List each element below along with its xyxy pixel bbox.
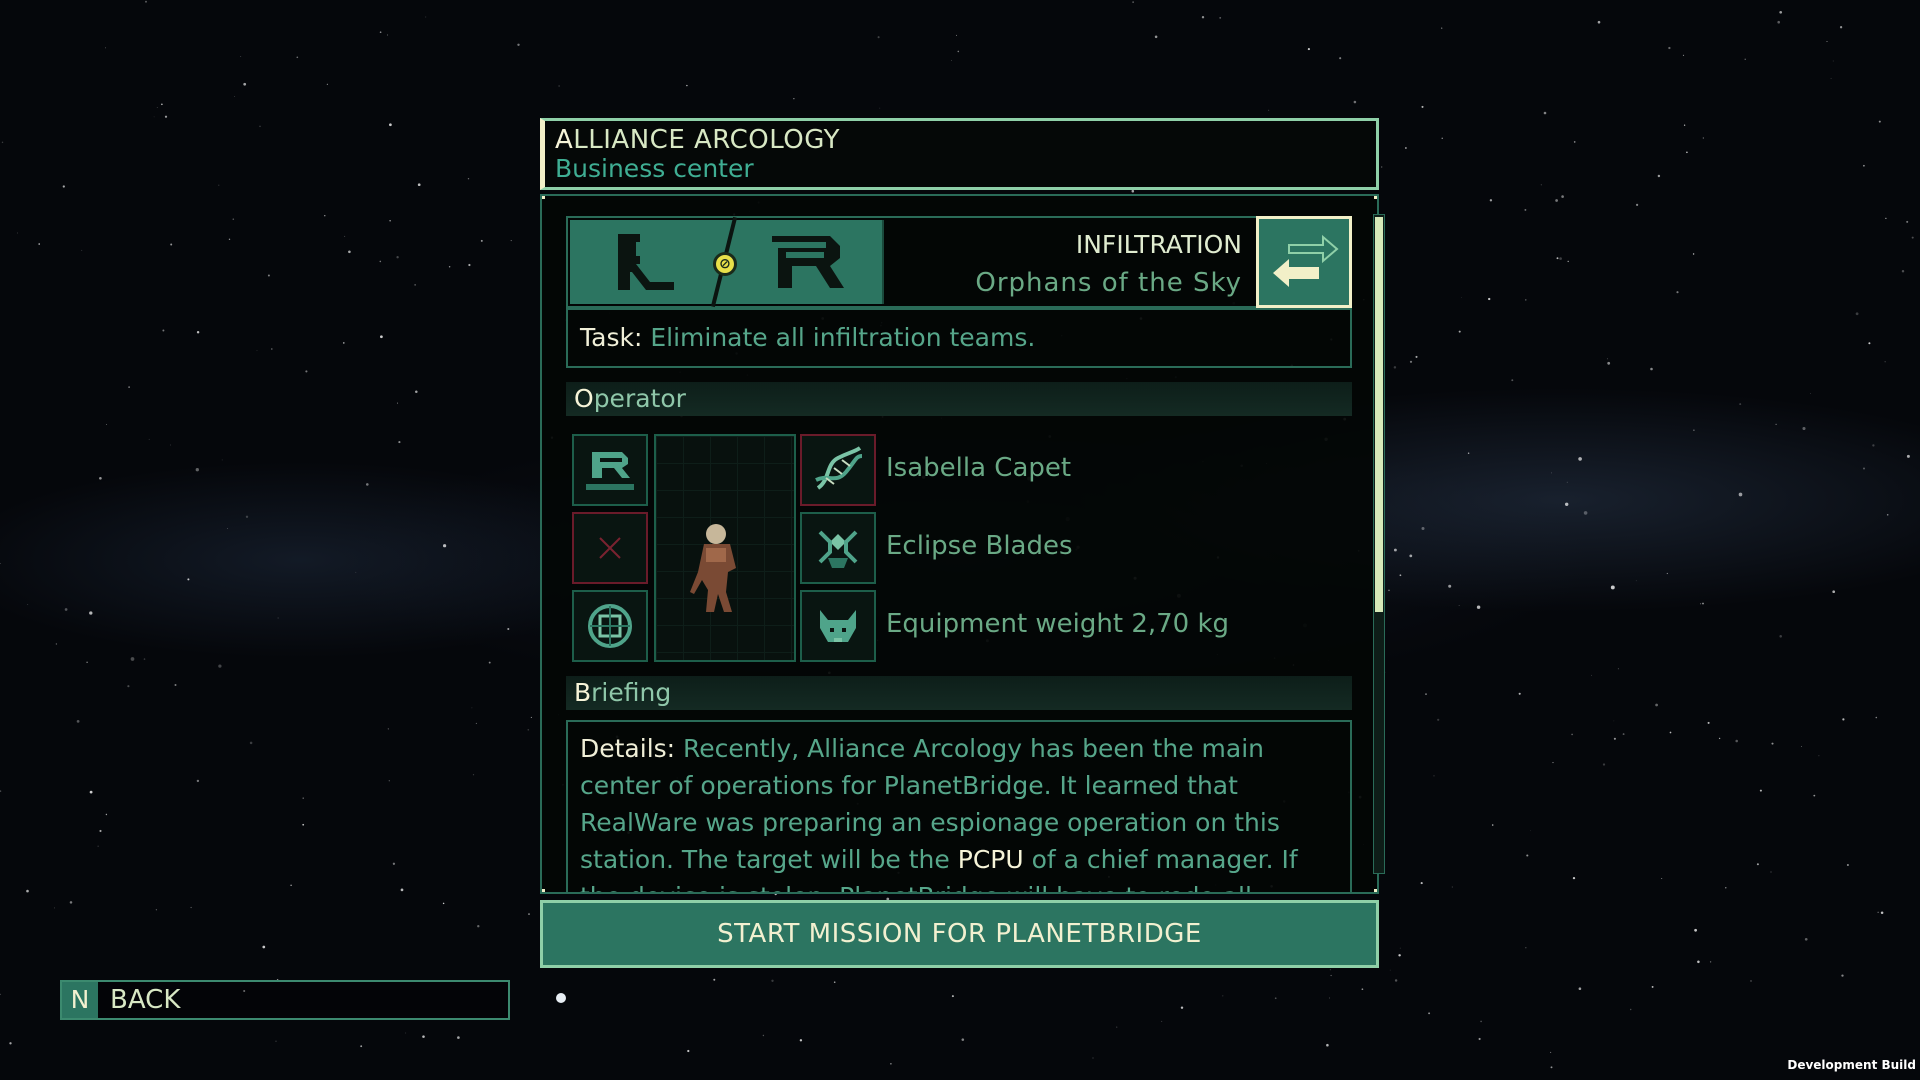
- operator-name: Isabella Capet: [886, 453, 1072, 483]
- location-subtitle: Business center: [555, 154, 754, 183]
- operator-weapon: Eclipse Blades: [886, 531, 1073, 561]
- chip-module-slot[interactable]: [572, 590, 648, 662]
- task-description: Eliminate all infiltration teams.: [650, 323, 1036, 352]
- planetbridge-logo-icon: [618, 234, 674, 290]
- armor-slot[interactable]: [800, 590, 876, 662]
- location-title: ALLIANCE ARCOLOGY: [555, 125, 840, 155]
- task-label: Task:: [580, 323, 643, 352]
- briefing-section-header: Briefing: [566, 676, 1352, 710]
- switch-faction-button[interactable]: [1256, 216, 1352, 308]
- beast-head-icon: [820, 610, 856, 642]
- crab-blades-icon: [818, 530, 858, 568]
- equipment-weight: Equipment weight 2,70 kg: [886, 609, 1230, 639]
- genetics-slot[interactable]: [800, 434, 876, 506]
- task-box: Task: Eliminate all infiltration teams.: [566, 308, 1352, 368]
- mission-type: INFILTRATION: [1075, 230, 1242, 259]
- enemy-faction-name: Orphans of the Sky: [975, 268, 1242, 298]
- details-label: Details:: [580, 734, 676, 763]
- chip-module-icon: [588, 604, 632, 648]
- realware-badge-icon: [586, 452, 634, 490]
- operator-section-header: Operator: [566, 382, 1352, 416]
- back-button[interactable]: N BACK: [60, 980, 510, 1020]
- realware-logo-icon: [772, 236, 844, 288]
- pcpu-highlight: PCPU: [957, 845, 1024, 874]
- details-scrollbar[interactable]: [1373, 214, 1385, 874]
- dna-helix-icon: [815, 446, 863, 490]
- back-hotkey: N: [62, 982, 98, 1018]
- faction-row: ⊘ INFILTRATION Orphans of the Sky: [566, 216, 1352, 308]
- location-header: ALLIANCE ARCOLOGY Business center: [540, 118, 1379, 190]
- faction-logos: ⊘: [570, 216, 884, 308]
- weapon-slot[interactable]: [800, 512, 876, 584]
- empty-slot-x-icon: [599, 537, 621, 559]
- start-mission-button[interactable]: START MISSION FOR PLANETBRIDGE: [540, 900, 1379, 968]
- empty-implant-slot[interactable]: [572, 512, 648, 584]
- back-label: BACK: [110, 985, 181, 1015]
- operator-portrait[interactable]: [654, 434, 796, 662]
- realware-badge-slot[interactable]: [572, 434, 648, 506]
- mission-details-panel[interactable]: ⊘ INFILTRATION Orphans of the Sky Task: …: [540, 194, 1379, 894]
- versus-badge-icon: ⊘: [713, 252, 737, 276]
- briefing-details-box: Details: Recently, Alliance Arcology has…: [566, 720, 1352, 892]
- development-build-label: Development Build: [1787, 1058, 1916, 1072]
- scrollbar-thumb[interactable]: [1375, 217, 1383, 612]
- operator-sprite-icon: [690, 524, 736, 612]
- swap-arrows-icon: [1273, 234, 1339, 287]
